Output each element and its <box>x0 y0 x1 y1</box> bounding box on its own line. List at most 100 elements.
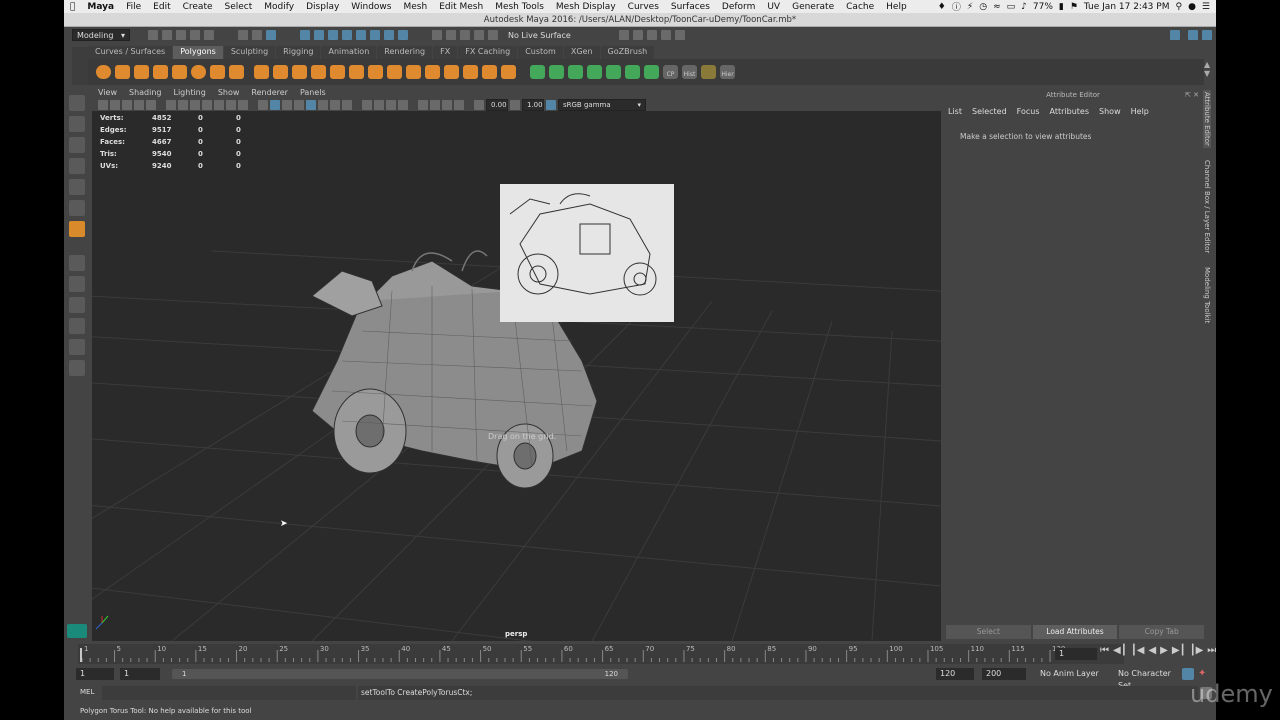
current-time-marker[interactable] <box>80 648 82 662</box>
multisample-aa-icon[interactable] <box>386 100 396 110</box>
step-forward-key-icon[interactable]: ┃▶ <box>1190 645 1204 656</box>
snap-point-icon[interactable] <box>460 30 470 40</box>
shelf-tab-sculpting[interactable]: Sculpting <box>223 46 276 59</box>
viewport-menu-lighting[interactable]: Lighting <box>167 88 211 99</box>
poly-pyramid-icon[interactable] <box>210 65 225 79</box>
scale-tool-icon[interactable] <box>69 200 85 216</box>
preferences-icon[interactable]: ✦ <box>1198 668 1210 680</box>
move-tool-icon[interactable] <box>69 158 85 174</box>
layout-toggle-3-icon[interactable] <box>1202 30 1212 40</box>
persp-outliner-layout-icon[interactable] <box>69 339 85 355</box>
shelf-tab-curves-surfaces[interactable]: Curves / Surfaces <box>88 46 173 59</box>
current-frame-field[interactable]: 1 <box>1055 648 1097 660</box>
battery-icon[interactable]: ▮ <box>1059 2 1064 12</box>
tab-modeling-toolkit[interactable]: Modeling Toolkit <box>1203 265 1211 325</box>
append-poly-icon[interactable] <box>501 65 516 79</box>
poly-plane-icon[interactable] <box>172 65 187 79</box>
edge-loop-icon[interactable] <box>444 65 459 79</box>
new-scene-icon[interactable] <box>148 30 158 40</box>
ipr-render-icon[interactable] <box>646 30 657 40</box>
smooth-shade-icon[interactable] <box>270 100 280 110</box>
live-surface-label[interactable]: No Live Surface <box>508 31 571 40</box>
grease-pencil-icon[interactable] <box>146 100 156 110</box>
snap-grid-icon[interactable] <box>432 30 442 40</box>
menu-set-dropdown[interactable]: Modeling ▾ <box>72 29 130 41</box>
xray-active-icon[interactable] <box>454 100 464 110</box>
flag-icon[interactable]: ⚑ <box>1070 2 1078 12</box>
shelf-options-handle[interactable] <box>72 47 88 85</box>
xray-icon[interactable] <box>430 100 440 110</box>
select-component-icon[interactable] <box>266 30 276 40</box>
uv-unfold-icon[interactable] <box>644 65 659 79</box>
shelf-tab-animation[interactable]: Animation <box>321 46 377 59</box>
shelf-tab-rigging[interactable]: Rigging <box>276 46 321 59</box>
resolution-gate-icon[interactable] <box>190 100 200 110</box>
poly-cube-icon[interactable] <box>115 65 130 79</box>
menu-help[interactable]: Help <box>880 2 913 12</box>
exposure-icon[interactable] <box>474 100 484 110</box>
render-current-icon[interactable] <box>632 30 643 40</box>
poly-mirror-icon[interactable] <box>349 65 364 79</box>
shadows-icon[interactable] <box>342 100 352 110</box>
go-to-start-icon[interactable]: ⏮ <box>1100 645 1109 656</box>
layout-toggle-2-icon[interactable] <box>1188 30 1198 40</box>
snap-view-plane-icon[interactable] <box>474 30 484 40</box>
anim-layer-dropdown[interactable]: No Anim Layer <box>1036 668 1108 680</box>
attr-menu-help[interactable]: Help <box>1131 107 1149 116</box>
menu-create[interactable]: Create <box>177 2 219 12</box>
auto-key-icon[interactable] <box>1182 668 1194 680</box>
safe-title-icon[interactable] <box>238 100 248 110</box>
outliner-layout-icon[interactable] <box>69 360 85 376</box>
poly-torus-icon[interactable] <box>191 65 206 79</box>
play-forward-icon[interactable]: ▶ <box>1160 645 1168 656</box>
menu-mesh-display[interactable]: Mesh Display <box>550 2 622 12</box>
menu-cache[interactable]: Cache <box>840 2 880 12</box>
target-weld-icon[interactable] <box>482 65 497 79</box>
dropbox-icon[interactable]: ♦ <box>938 2 946 12</box>
menu-mesh-tools[interactable]: Mesh Tools <box>489 2 550 12</box>
wireframe-icon[interactable] <box>258 100 268 110</box>
render-view-icon[interactable] <box>618 30 629 40</box>
step-forward-frame-icon[interactable]: ▶┃ <box>1172 645 1186 656</box>
multi-cut-icon[interactable] <box>425 65 440 79</box>
play-backward-icon[interactable]: ◀ <box>1148 645 1156 656</box>
poly-extrude-icon[interactable] <box>368 65 383 79</box>
go-to-end-icon[interactable]: ⏭ <box>1207 645 1216 656</box>
center-pivot-icon[interactable]: CP <box>663 65 678 79</box>
playback-end-field[interactable]: 120 <box>936 668 974 680</box>
menu-display[interactable]: Display <box>300 2 345 12</box>
delete-history-icon[interactable]: Hist <box>682 65 697 79</box>
battery-percent[interactable]: 77% <box>1033 2 1053 12</box>
persp-graph-layout-icon[interactable] <box>69 318 85 334</box>
menu-surfaces[interactable]: Surfaces <box>665 2 716 12</box>
xray-joints-icon[interactable] <box>442 100 452 110</box>
menu-edit[interactable]: Edit <box>147 2 176 12</box>
menu-select[interactable]: Select <box>219 2 259 12</box>
attr-menu-selected[interactable]: Selected <box>972 107 1007 116</box>
shelf-tab-xgen[interactable]: XGen <box>563 46 600 59</box>
mask-face-icon[interactable] <box>328 30 338 40</box>
single-view-layout-icon[interactable] <box>69 255 85 271</box>
wifi-icon[interactable]: ≈ <box>993 2 1001 12</box>
camera-select-icon[interactable] <box>98 100 108 110</box>
character-set-dropdown[interactable]: No Character Set <box>1114 668 1186 690</box>
poly-reduce-icon[interactable] <box>330 65 345 79</box>
offset-loop-icon[interactable] <box>463 65 478 79</box>
mask-vertex-icon[interactable] <box>300 30 310 40</box>
wireframe-on-shaded-icon[interactable] <box>306 100 316 110</box>
poly-smooth-icon[interactable] <box>311 65 326 79</box>
paint-select-icon[interactable] <box>69 137 85 153</box>
mask-curve-icon[interactable] <box>356 30 366 40</box>
undo-icon[interactable] <box>190 30 200 40</box>
auto-uv-icon[interactable] <box>587 65 602 79</box>
shelf-scroll-arrows[interactable]: ▲ ▼ <box>1204 60 1210 78</box>
film-gate-icon[interactable] <box>178 100 188 110</box>
rotate-tool-icon[interactable] <box>69 179 85 195</box>
mel-label[interactable]: MEL <box>80 688 94 696</box>
use-all-lights-icon[interactable] <box>330 100 340 110</box>
gamma-field[interactable]: 1.00 <box>522 99 544 111</box>
poly-separate-icon[interactable] <box>273 65 288 79</box>
shelf-tab-fx[interactable]: FX <box>433 46 458 59</box>
bounding-box-icon[interactable] <box>294 100 304 110</box>
shelf-tab-custom[interactable]: Custom <box>518 46 563 59</box>
